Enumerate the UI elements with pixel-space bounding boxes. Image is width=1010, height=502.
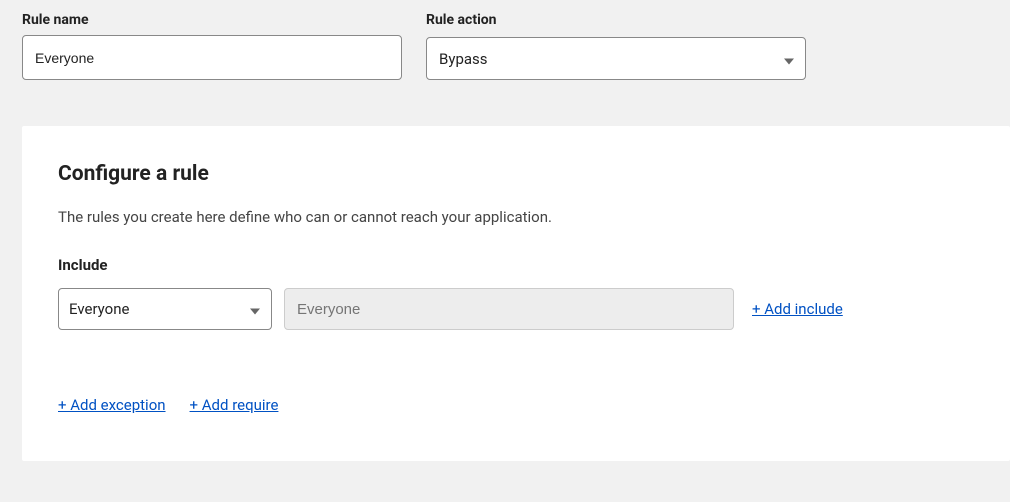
add-require-link[interactable]: + Add require [190,396,279,414]
rule-action-label: Rule action [426,12,806,28]
card-title: Configure a rule [58,162,974,186]
rule-action-value: Bypass [439,50,488,68]
include-value-input [284,288,734,330]
rule-name-group: Rule name [22,12,402,80]
include-selector-wrap: Everyone [58,288,272,330]
add-exception-link[interactable]: + Add exception [58,396,166,414]
rule-name-label: Rule name [22,12,402,28]
include-selector[interactable]: Everyone [58,288,272,330]
top-form-row: Rule name Rule action Bypass [0,0,1010,80]
rule-action-group: Rule action Bypass [426,12,806,80]
bottom-actions: + Add exception + Add require [58,396,974,414]
rule-action-select[interactable]: Bypass [426,37,806,80]
add-include-link[interactable]: + Add include [752,300,843,318]
include-row: Everyone + Add include [58,288,974,330]
configure-rule-card: Configure a rule The rules you create he… [22,126,1010,461]
include-label: Include [58,256,974,274]
card-description: The rules you create here define who can… [58,208,974,226]
include-selector-value: Everyone [69,300,129,318]
rule-action-select-wrap: Bypass [426,37,806,80]
rule-name-input[interactable] [22,35,402,80]
